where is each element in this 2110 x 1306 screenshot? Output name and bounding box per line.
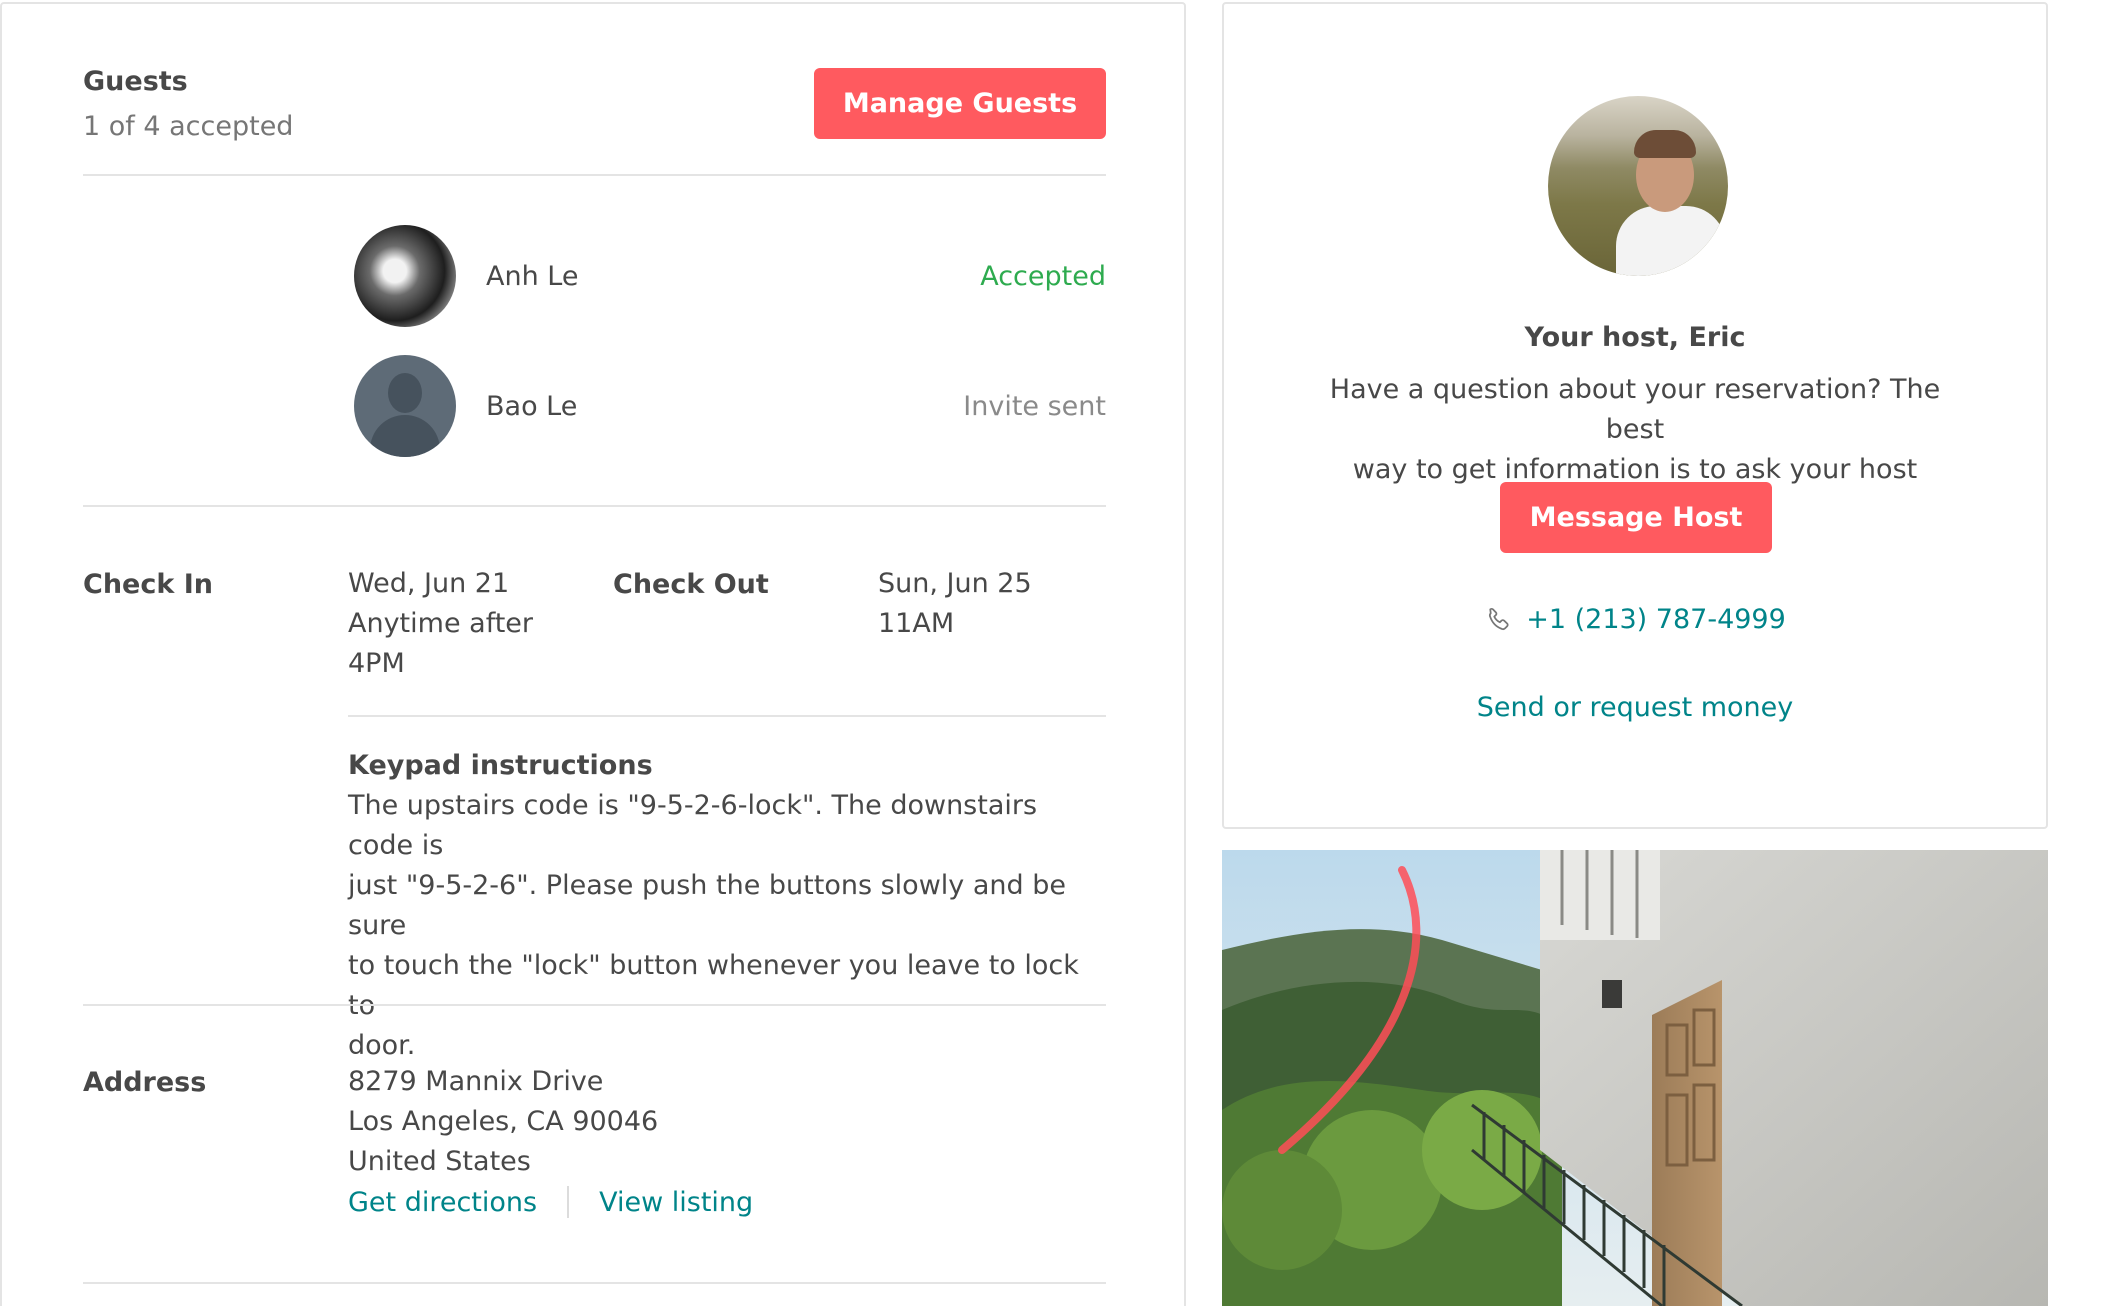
guest-row: Anh Le Accepted xyxy=(354,225,1106,327)
address-details: 8279 Mannix Drive Los Angeles, CA 90046 … xyxy=(348,1062,1048,1222)
avatar[interactable] xyxy=(354,355,456,457)
host-card: Your host, Eric Have a question about yo… xyxy=(1222,2,2048,829)
guest-status: Accepted xyxy=(980,260,1106,292)
divider xyxy=(83,1282,1106,1284)
check-in-label: Check In xyxy=(83,569,213,600)
check-in-time: Anytime after xyxy=(348,608,534,639)
message-host-button[interactable]: Message Host xyxy=(1500,482,1772,553)
listing-photo[interactable] xyxy=(1222,850,2048,1306)
check-out-date: Sun, Jun 25 xyxy=(878,568,1032,599)
link-separator xyxy=(567,1186,570,1218)
keypad-text: The upstairs code is "9-5-2-6-lock". The… xyxy=(348,790,1038,861)
address-line: United States xyxy=(348,1146,531,1177)
guest-status: Invite sent xyxy=(963,390,1106,422)
phone-icon xyxy=(1484,605,1514,635)
check-in-details: Wed, Jun 21 Anytime after 4PM xyxy=(348,564,588,684)
reservation-page: Guests 1 of 4 accepted Manage Guests Anh… xyxy=(0,0,2110,1306)
address-line: Los Angeles, CA 90046 xyxy=(348,1106,659,1137)
send-request-money-link[interactable]: Send or request money xyxy=(1477,692,1794,723)
host-phone-link[interactable]: +1 (213) 787-4999 xyxy=(1526,604,1786,635)
guest-name: Bao Le xyxy=(486,390,578,422)
keypad-text: door. xyxy=(348,1030,416,1061)
reservation-details-card: Guests 1 of 4 accepted Manage Guests Anh… xyxy=(0,2,1186,1306)
guest-name: Anh Le xyxy=(486,260,579,292)
avatar[interactable] xyxy=(354,225,456,327)
check-out-time: 11AM xyxy=(878,608,955,639)
check-in-date: Wed, Jun 21 xyxy=(348,568,510,599)
send-money-row: Send or request money xyxy=(1224,692,2046,723)
get-directions-link[interactable]: Get directions xyxy=(348,1187,537,1218)
check-out-label: Check Out xyxy=(613,569,769,600)
keypad-text: to touch the "lock" button whenever you … xyxy=(348,950,1079,1021)
address-line: 8279 Mannix Drive xyxy=(348,1066,604,1097)
avatar-placeholder-icon xyxy=(388,373,422,413)
listing-photo-illustration xyxy=(1222,850,2048,1306)
address-label: Address xyxy=(83,1067,207,1098)
address-links: Get directions View listing xyxy=(348,1182,1048,1222)
divider xyxy=(83,505,1106,507)
manage-guests-button[interactable]: Manage Guests xyxy=(814,68,1106,139)
host-avatar[interactable] xyxy=(1548,96,1728,276)
guest-row: Bao Le Invite sent xyxy=(354,355,1106,457)
keypad-instructions: Keypad instructions The upstairs code is… xyxy=(348,746,1108,1066)
check-out-details: Sun, Jun 25 11AM xyxy=(878,564,1098,644)
divider xyxy=(348,715,1106,717)
divider xyxy=(83,174,1106,176)
host-title: Your host, Eric xyxy=(1524,322,1746,353)
divider xyxy=(83,1004,1106,1006)
keypad-title: Keypad instructions xyxy=(348,750,653,781)
host-phone-row: +1 (213) 787-4999 xyxy=(1224,604,2046,635)
guests-section-header: Guests 1 of 4 accepted Manage Guests xyxy=(83,66,1106,178)
keypad-text: just "9-5-2-6". Please push the buttons … xyxy=(348,870,1066,941)
check-in-time: 4PM xyxy=(348,648,405,679)
view-listing-link[interactable]: View listing xyxy=(599,1187,753,1218)
